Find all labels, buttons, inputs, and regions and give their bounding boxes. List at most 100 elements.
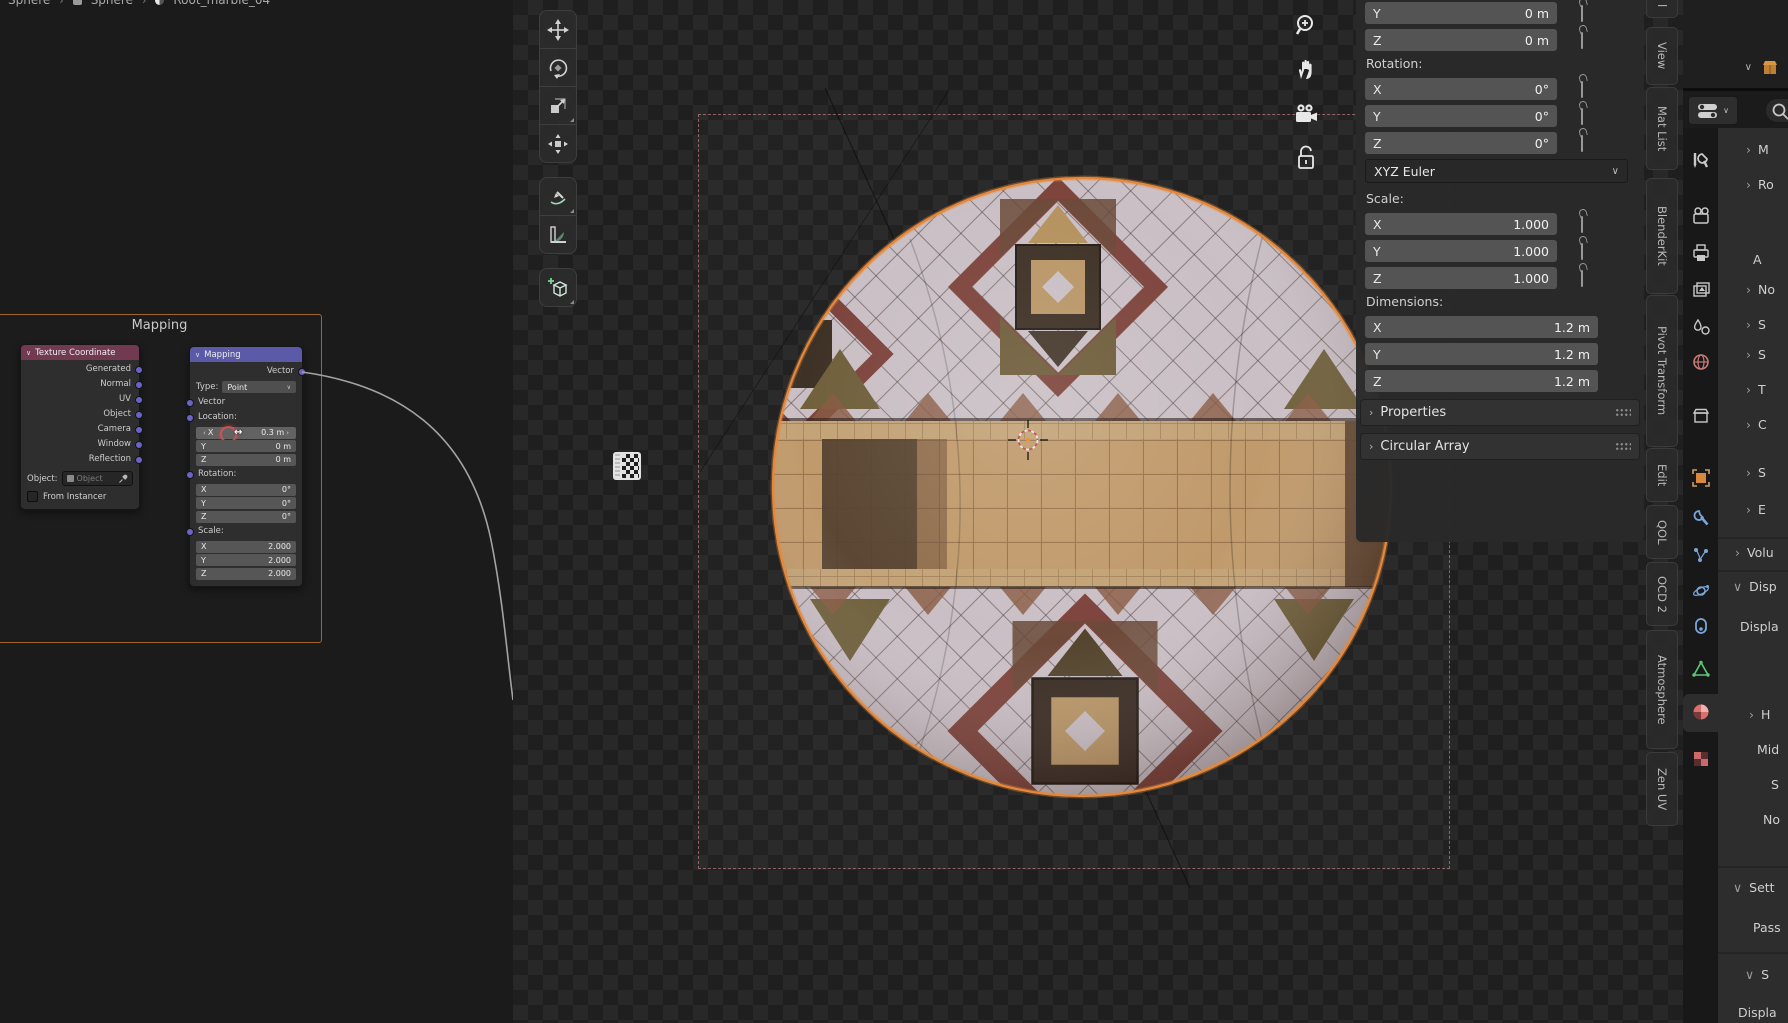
camera-icon	[1292, 101, 1320, 127]
tab-object[interactable]	[1690, 467, 1711, 488]
sidebar-tab-ocd-2[interactable]: OCD 2	[1646, 562, 1678, 626]
tab-tool[interactable]	[1690, 149, 1711, 170]
lock-open-icon[interactable]	[1581, 216, 1583, 233]
render-camera-icon	[1691, 206, 1711, 226]
rotate-icon	[547, 57, 569, 79]
lock-view-button[interactable]	[1285, 136, 1327, 180]
chevron-right-icon: ›	[1369, 440, 1373, 453]
prop-section[interactable]: ›C	[1746, 417, 1767, 432]
tab-collection[interactable]	[1690, 405, 1711, 426]
tab-texture[interactable]	[1690, 748, 1711, 769]
prop-section[interactable]: ›T	[1746, 382, 1766, 397]
viewport-3d[interactable]: Y0 m Z0 m Rotation: X0° Y0°	[513, 0, 1788, 1023]
rotation-x-field[interactable]: X0°	[1365, 78, 1557, 100]
tool-icon	[1691, 150, 1711, 170]
prop-section[interactable]: ›Volu	[1735, 545, 1774, 560]
sphere-object[interactable]	[770, 169, 1394, 805]
tab-modifiers[interactable]	[1690, 507, 1711, 528]
tab-physics[interactable]	[1690, 580, 1711, 601]
prop-section[interactable]: ∨Sett	[1733, 880, 1775, 895]
add-cube-icon	[546, 276, 570, 300]
outliner-item[interactable]: ∨	[1745, 58, 1780, 76]
prop-section[interactable]: ›Ro	[1746, 177, 1774, 192]
search-icon	[1771, 102, 1788, 120]
printer-icon	[1691, 243, 1711, 263]
blender-window: Sphere › Sphere › Root_marble_04 Mapping…	[0, 0, 1788, 1023]
chevron-down-icon: ∨	[1723, 106, 1729, 115]
sidebar-tab-pivot-transform[interactable]: Pivot Transform	[1646, 295, 1678, 447]
sidebar-tab-qol[interactable]: QOL	[1646, 505, 1678, 559]
prop-label: Displa	[1740, 619, 1779, 634]
prop-section[interactable]: ∨S	[1745, 967, 1769, 982]
scale-z-field[interactable]: Z1.000	[1365, 267, 1557, 289]
annotate-tool-button[interactable]	[539, 177, 577, 216]
properties-header: ∨	[1683, 91, 1788, 128]
prop-section[interactable]: ∨Disp	[1733, 579, 1777, 594]
lock-open-icon[interactable]	[1581, 108, 1583, 125]
scale-y-field[interactable]: Y1.000	[1365, 240, 1557, 262]
panel-header-circular-array[interactable]: › Circular Array	[1360, 433, 1640, 460]
prop-section[interactable]: ›M	[1746, 142, 1769, 157]
scale-x-field[interactable]: X1.000	[1365, 213, 1557, 235]
prop-section[interactable]: ›No	[1746, 282, 1775, 297]
editor-type-button[interactable]: ∨	[1688, 96, 1738, 125]
prop-label: S	[1771, 777, 1779, 792]
tab-view-layer[interactable]	[1690, 279, 1711, 300]
lock-open-icon[interactable]	[1581, 81, 1583, 98]
tab-material[interactable]	[1690, 701, 1711, 722]
dimension-x-field[interactable]: X1.2 m	[1365, 316, 1598, 338]
tab-particles[interactable]	[1690, 544, 1711, 565]
shader-editor-region: Sphere › Sphere › Root_marble_04 Mapping…	[0, 0, 514, 1023]
tab-render[interactable]	[1690, 205, 1711, 226]
tab-world[interactable]	[1690, 351, 1711, 372]
sidebar-tab-mat-list[interactable]: Mat List	[1646, 87, 1678, 170]
wrench-icon	[1691, 508, 1711, 528]
sidebar-tab-atmosphere[interactable]: Atmosphere	[1646, 630, 1678, 749]
rotation-z-field[interactable]: Z0°	[1365, 132, 1557, 154]
drag-grip-icon[interactable]	[1615, 442, 1631, 451]
film-strip-icon	[613, 452, 641, 480]
dimension-z-field[interactable]: Z1.2 m	[1365, 370, 1598, 392]
search-field[interactable]	[1765, 98, 1788, 123]
panel-header-properties[interactable]: › Properties	[1360, 399, 1640, 426]
tab-output[interactable]	[1690, 242, 1711, 263]
prop-section[interactable]: ›H	[1749, 707, 1770, 722]
camera-view-button[interactable]	[1285, 92, 1327, 136]
sidebar-tab-blenderkit[interactable]: BlenderKit	[1646, 178, 1678, 294]
transform-tool-button[interactable]	[539, 125, 577, 163]
lock-open-icon[interactable]	[1581, 135, 1583, 152]
lock-open-icon[interactable]	[1581, 243, 1583, 260]
sidebar-tab-zen-uv[interactable]: Zen UV	[1646, 752, 1678, 826]
constraints-icon	[1691, 616, 1711, 636]
tab-scene[interactable]	[1690, 316, 1711, 337]
measure-tool-button[interactable]	[539, 216, 577, 254]
sidebar-tab-edit[interactable]: Edit	[1646, 448, 1678, 502]
lock-open-icon[interactable]	[1581, 270, 1583, 287]
rotation-mode-dropdown[interactable]: XYZ Euler ∨	[1365, 159, 1628, 183]
move-tool-button[interactable]	[539, 10, 577, 49]
location-y-field[interactable]: Y0 m	[1365, 2, 1557, 24]
add-cube-tool-button[interactable]	[539, 268, 577, 307]
lock-open-icon[interactable]	[1581, 32, 1583, 49]
tab-object-data[interactable]	[1690, 658, 1711, 679]
prop-section[interactable]: ›E	[1746, 502, 1766, 517]
sidebar-tab-view[interactable]: View	[1646, 27, 1678, 85]
scale-icon	[547, 95, 569, 117]
chevron-down-icon[interactable]: ∨	[1745, 62, 1752, 73]
prop-section[interactable]: ›S	[1746, 465, 1766, 480]
rotation-y-field[interactable]: Y0°	[1365, 105, 1557, 127]
scale-tool-button[interactable]	[539, 87, 577, 125]
prop-section[interactable]: ›S	[1746, 347, 1766, 362]
drag-grip-icon[interactable]	[1615, 408, 1631, 417]
pan-button[interactable]	[1285, 48, 1327, 92]
prop-section[interactable]: ›S	[1746, 317, 1766, 332]
dimension-y-field[interactable]: Y1.2 m	[1365, 343, 1598, 365]
sidebar-tab-partial[interactable]: l	[1646, 0, 1678, 18]
zoom-button[interactable]	[1285, 4, 1327, 48]
tab-constraints[interactable]	[1690, 615, 1711, 636]
lock-open-icon[interactable]	[1581, 5, 1583, 22]
prop-label: Displa	[1738, 1005, 1777, 1020]
rotate-tool-button[interactable]	[539, 49, 577, 87]
annotate-icon	[547, 186, 569, 208]
location-z-field[interactable]: Z0 m	[1365, 29, 1557, 51]
